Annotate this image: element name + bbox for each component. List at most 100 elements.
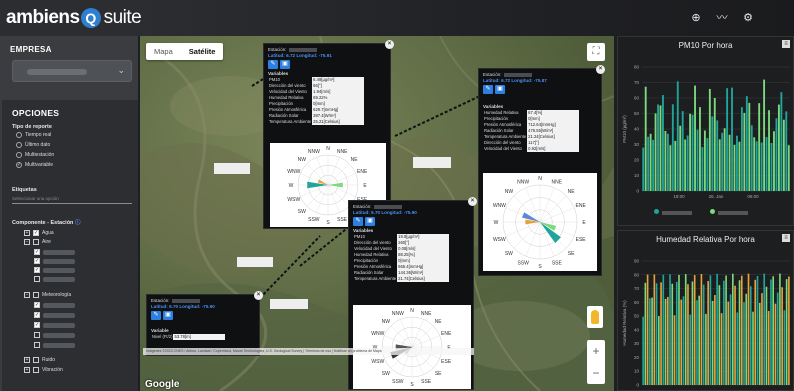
checkbox-checked[interactable]: ✓ [34, 302, 40, 308]
tree-subitem[interactable]: ✓ [34, 302, 75, 308]
bar[interactable] [666, 133, 669, 191]
bar[interactable] [647, 136, 650, 191]
bar[interactable] [754, 279, 757, 385]
bar[interactable] [723, 128, 726, 191]
bar[interactable] [659, 105, 662, 191]
bar[interactable] [726, 88, 729, 191]
bar[interactable] [652, 139, 655, 191]
app-logo[interactable]: ambiens Q suite [6, 6, 142, 30]
bar[interactable] [716, 273, 718, 385]
bar[interactable] [684, 274, 687, 385]
bar[interactable] [785, 279, 788, 385]
chart-line-icon[interactable]: 〰 [716, 12, 728, 24]
bar[interactable] [662, 95, 664, 191]
checkbox[interactable] [33, 367, 39, 373]
bar[interactable] [776, 292, 779, 385]
tab-mapa[interactable]: Mapa [146, 43, 181, 60]
bar[interactable] [736, 135, 738, 191]
checkbox[interactable] [34, 332, 40, 338]
bar[interactable] [755, 141, 758, 191]
close-icon[interactable]: × [254, 291, 263, 300]
bar[interactable] [714, 295, 716, 385]
bar[interactable] [642, 147, 645, 191]
bar[interactable] [675, 281, 678, 385]
bar[interactable] [740, 275, 743, 385]
bar[interactable] [787, 145, 790, 191]
book-icon[interactable]: ▣ [280, 60, 290, 69]
tree-subitem[interactable]: ✓ [34, 322, 75, 328]
bar[interactable] [748, 102, 751, 191]
empresa-select[interactable]: ⌄ [12, 60, 132, 82]
bar[interactable] [777, 104, 780, 191]
bar[interactable] [673, 315, 676, 385]
bar[interactable] [738, 141, 741, 191]
bar[interactable] [687, 284, 689, 385]
bar[interactable] [736, 312, 739, 385]
bar[interactable] [666, 296, 669, 385]
checkbox-checked[interactable]: ✓ [34, 322, 40, 328]
bar[interactable] [770, 142, 773, 191]
bar[interactable] [671, 104, 674, 191]
map-marker-label[interactable] [214, 163, 250, 174]
zoom-out-button[interactable]: − [587, 362, 605, 384]
tree-item-meteorologia[interactable]: − Meteorología [24, 292, 71, 298]
checkbox-checked[interactable]: ✓ [33, 230, 39, 236]
radio-multiestacion[interactable]: Multiestación [16, 152, 54, 158]
bar[interactable] [765, 137, 768, 191]
checkbox-checked[interactable]: ✓ [34, 267, 40, 273]
bar[interactable] [701, 147, 704, 191]
bar[interactable] [743, 112, 746, 191]
bar[interactable] [763, 273, 766, 385]
tab-satelite[interactable]: Satélite [181, 43, 224, 60]
bar[interactable] [693, 275, 696, 385]
bar[interactable] [761, 293, 763, 385]
expand-icon[interactable]: + [24, 367, 30, 373]
book-icon[interactable]: ▣ [495, 85, 505, 94]
bar[interactable] [728, 134, 731, 191]
bar[interactable] [775, 118, 778, 191]
satellite-map[interactable]: Mapa Satélite ⛶ + − Google × Estación: L… [140, 36, 614, 391]
settings-icon[interactable]: ⚙ [742, 12, 754, 24]
plus-circle-icon[interactable]: ⊕ [690, 12, 702, 24]
bar[interactable] [721, 132, 724, 191]
bar[interactable] [753, 137, 756, 191]
bar[interactable] [734, 285, 736, 385]
bar[interactable] [657, 104, 659, 191]
bar[interactable] [708, 88, 711, 191]
bar[interactable] [750, 125, 753, 191]
legend-item[interactable] [710, 209, 748, 215]
bar[interactable] [689, 314, 692, 385]
bar[interactable] [651, 297, 653, 385]
bar[interactable] [646, 274, 649, 385]
bar[interactable] [653, 274, 656, 385]
tree-subitem[interactable]: ✓ [34, 267, 75, 273]
checkbox-checked[interactable]: ✓ [34, 312, 40, 318]
bar[interactable] [788, 276, 790, 385]
tree-subitem[interactable]: ✓ [34, 258, 75, 264]
bar[interactable] [654, 113, 657, 191]
bar[interactable] [671, 283, 674, 385]
bar[interactable] [752, 311, 754, 385]
tree-subitem[interactable]: ✓ [34, 312, 75, 318]
bar[interactable] [709, 275, 712, 385]
wrench-icon[interactable]: ✎ [353, 217, 363, 226]
bar[interactable] [758, 302, 761, 385]
bar[interactable] [660, 282, 662, 385]
bar[interactable] [680, 299, 683, 385]
bar[interactable] [782, 119, 785, 191]
bar[interactable] [785, 111, 788, 191]
bar[interactable] [684, 139, 687, 191]
bar[interactable] [756, 275, 759, 385]
close-icon[interactable]: × [385, 40, 394, 49]
bar[interactable] [649, 133, 652, 191]
bar[interactable] [691, 281, 694, 385]
bar[interactable] [745, 293, 748, 385]
bar[interactable] [747, 273, 750, 385]
tree-subitem[interactable] [34, 342, 75, 348]
bar[interactable] [779, 273, 781, 385]
bar[interactable] [682, 296, 685, 385]
bar[interactable] [749, 286, 752, 385]
tree-subitem[interactable]: ✓ [34, 249, 75, 255]
bar[interactable] [781, 287, 783, 385]
bar[interactable] [731, 87, 733, 191]
